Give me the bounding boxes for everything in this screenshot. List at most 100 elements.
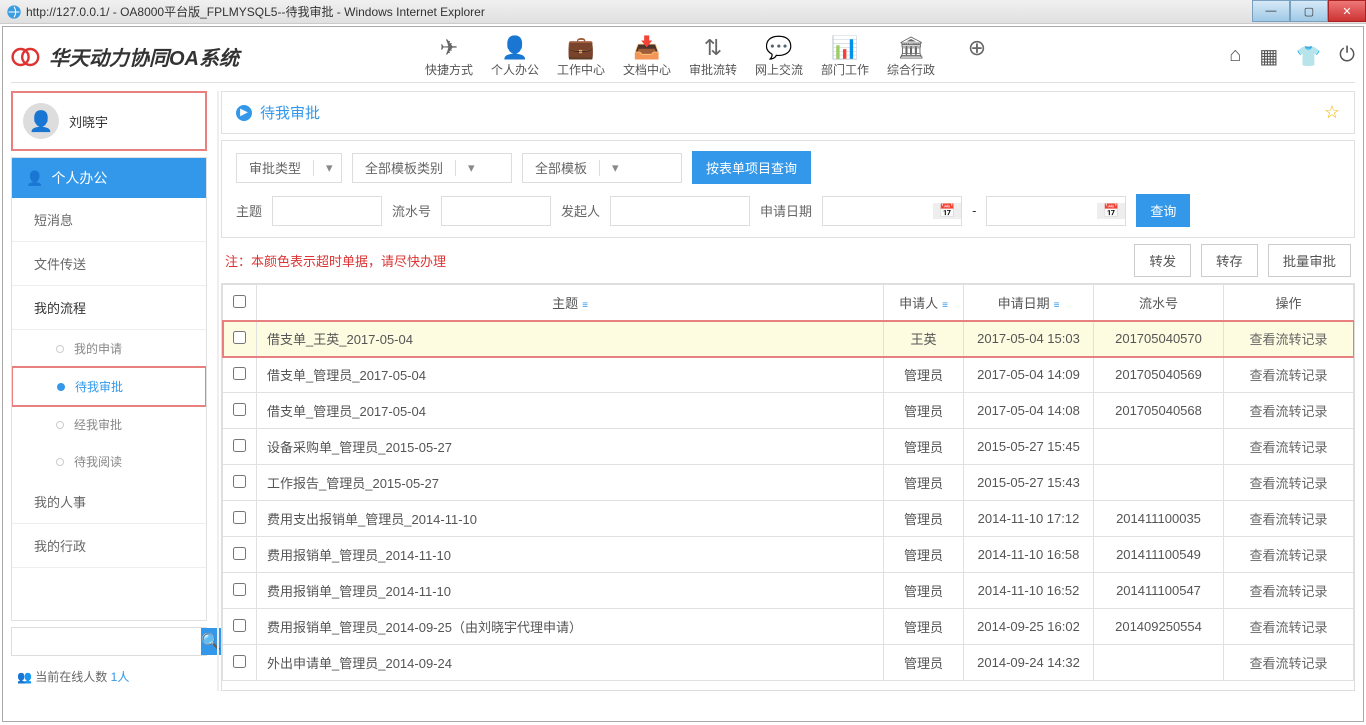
side-messages[interactable]: 短消息 [12, 198, 206, 242]
initiator-input[interactable] [610, 196, 750, 226]
row-subject: 工作报告_管理员_2015-05-27 [257, 465, 884, 501]
window-minimize-button[interactable]: — [1252, 0, 1290, 22]
row-subject: 借支单_王英_2017-05-04 [257, 321, 884, 357]
row-serial [1094, 645, 1224, 681]
side-search: 🔍 [11, 627, 207, 656]
subject-input[interactable] [272, 196, 382, 226]
shirt-icon[interactable]: 👕 [1296, 44, 1321, 69]
forward-button[interactable]: 转发 [1134, 244, 1191, 277]
row-applicant: 管理员 [884, 429, 964, 465]
table-row[interactable]: 外出申请单_管理员_2014-09-24管理员2014-09-24 14:32查… [223, 645, 1354, 681]
row-applicant: 管理员 [884, 393, 964, 429]
nav-approval[interactable]: ⇅审批流转 [683, 35, 743, 78]
table-row[interactable]: 费用报销单_管理员_2014-11-10管理员2014-11-10 16:522… [223, 573, 1354, 609]
row-serial: 201705040568 [1094, 393, 1224, 429]
save-button[interactable]: 转存 [1201, 244, 1258, 277]
side-filetransfer[interactable]: 文件传送 [12, 242, 206, 286]
calendar-icon[interactable]: 📅 [933, 203, 961, 219]
side-pending-approval[interactable]: 待我审批 [11, 366, 207, 407]
view-flow-link[interactable]: 查看流转记录 [1224, 645, 1354, 681]
chevron-down-icon: ▾ [313, 160, 341, 176]
table-row[interactable]: 借支单_管理员_2017-05-04管理员2017-05-04 14:08201… [223, 393, 1354, 429]
table-row[interactable]: 借支单_王英_2017-05-04王英2017-05-04 15:0320170… [223, 321, 1354, 357]
select-all-checkbox[interactable] [233, 295, 246, 308]
view-flow-link[interactable]: 查看流转记录 [1224, 573, 1354, 609]
template-category-select[interactable]: 全部模板类别▾ [352, 153, 512, 183]
date-from-input[interactable] [823, 203, 933, 218]
favorite-star-icon[interactable]: ☆ [1324, 102, 1340, 123]
side-my-admin[interactable]: 我的行政 [12, 524, 206, 568]
side-myflow[interactable]: 我的流程 [12, 286, 206, 330]
side-menu-header[interactable]: 👤 个人办公 [12, 158, 206, 198]
nav-chat[interactable]: 💬网上交流 [749, 35, 809, 78]
row-serial: 201411100547 [1094, 573, 1224, 609]
nav-docs[interactable]: 📥文档中心 [617, 35, 677, 78]
row-checkbox[interactable] [233, 583, 246, 596]
main-content: ▶ 待我审批 ☆ 审批类型▾ 全部模板类别▾ 全部模板▾ 按表单项目查询 主题 … [217, 91, 1355, 691]
row-checkbox[interactable] [233, 403, 246, 416]
row-checkbox[interactable] [233, 331, 246, 344]
filter-panel: 审批类型▾ 全部模板类别▾ 全部模板▾ 按表单项目查询 主题 流水号 发起人 申… [221, 140, 1355, 238]
side-search-input[interactable] [12, 628, 201, 655]
batch-approve-button[interactable]: 批量审批 [1268, 244, 1351, 277]
calendar-icon[interactable]: 📅 [1097, 203, 1125, 219]
view-flow-link[interactable]: 查看流转记录 [1224, 501, 1354, 537]
nav-add[interactable]: ⊕ [947, 35, 1007, 78]
col-subject[interactable]: 主题≡ [257, 285, 884, 321]
query-by-form-button[interactable]: 按表单项目查询 [692, 151, 811, 184]
row-checkbox[interactable] [233, 511, 246, 524]
plus-icon: ⊕ [947, 35, 1007, 61]
serial-input[interactable] [441, 196, 551, 226]
approve-type-select[interactable]: 审批类型▾ [236, 153, 342, 183]
address-text: http://127.0.0.1/ - OA8000平台版_FPLMYSQL5-… [26, 3, 485, 20]
col-applicant[interactable]: 申请人≡ [884, 285, 964, 321]
power-icon[interactable]: ⏻ [1339, 44, 1355, 69]
nav-dept[interactable]: 📊部门工作 [815, 35, 875, 78]
side-my-apply[interactable]: 我的申请 [12, 330, 206, 367]
briefcase-icon: 💼 [551, 35, 611, 61]
dept-icon: 📊 [815, 35, 875, 61]
table-row[interactable]: 借支单_管理员_2017-05-04管理员2017-05-04 14:09201… [223, 357, 1354, 393]
window-close-button[interactable]: ✕ [1328, 0, 1366, 22]
top-nav: ✈快捷方式 👤个人办公 💼工作中心 📥文档中心 ⇅审批流转 💬网上交流 📊部门工… [419, 35, 1007, 78]
view-flow-link[interactable]: 查看流转记录 [1224, 393, 1354, 429]
user-card[interactable]: 👤 刘晓宇 [11, 91, 207, 151]
view-flow-link[interactable]: 查看流转记录 [1224, 321, 1354, 357]
row-subject: 借支单_管理员_2017-05-04 [257, 393, 884, 429]
table-row[interactable]: 工作报告_管理员_2015-05-27管理员2015-05-27 15:43查看… [223, 465, 1354, 501]
row-applicant: 管理员 [884, 357, 964, 393]
home-icon[interactable]: ⌂ [1229, 44, 1241, 69]
row-checkbox[interactable] [233, 367, 246, 380]
table-row[interactable]: 设备采购单_管理员_2015-05-27管理员2015-05-27 15:45查… [223, 429, 1354, 465]
view-flow-link[interactable]: 查看流转记录 [1224, 465, 1354, 501]
row-checkbox[interactable] [233, 655, 246, 668]
nav-shortcut[interactable]: ✈快捷方式 [419, 35, 479, 78]
query-button[interactable]: 查询 [1136, 194, 1190, 227]
view-flow-link[interactable]: 查看流转记录 [1224, 609, 1354, 645]
view-flow-link[interactable]: 查看流转记录 [1224, 429, 1354, 465]
table-row[interactable]: 费用报销单_管理员_2014-09-25（由刘晓宇代理申请）管理员2014-09… [223, 609, 1354, 645]
col-date[interactable]: 申请日期≡ [964, 285, 1094, 321]
side-my-hr[interactable]: 我的人事 [12, 480, 206, 524]
row-checkbox[interactable] [233, 475, 246, 488]
nav-personal[interactable]: 👤个人办公 [485, 35, 545, 78]
row-checkbox[interactable] [233, 547, 246, 560]
template-select[interactable]: 全部模板▾ [522, 153, 682, 183]
table-row[interactable]: 费用报销单_管理员_2014-11-10管理员2014-11-10 16:582… [223, 537, 1354, 573]
nav-admin[interactable]: 🏛综合行政 [881, 35, 941, 78]
apps-icon[interactable]: ▦ [1259, 44, 1278, 69]
view-flow-link[interactable]: 查看流转记录 [1224, 537, 1354, 573]
row-serial [1094, 429, 1224, 465]
view-flow-link[interactable]: 查看流转记录 [1224, 357, 1354, 393]
nav-work[interactable]: 💼工作中心 [551, 35, 611, 78]
col-serial[interactable]: 流水号 [1094, 285, 1224, 321]
side-pending-read[interactable]: 待我阅读 [12, 443, 206, 480]
table-row[interactable]: 费用支出报销单_管理员_2014-11-10管理员2014-11-10 17:1… [223, 501, 1354, 537]
side-approved-by-me[interactable]: 经我审批 [12, 406, 206, 443]
row-checkbox[interactable] [233, 439, 246, 452]
initiator-label: 发起人 [561, 201, 600, 220]
window-maximize-button[interactable]: ▢ [1290, 0, 1328, 22]
date-to-input[interactable] [987, 203, 1097, 218]
row-checkbox[interactable] [233, 619, 246, 632]
chevron-down-icon: ▾ [455, 160, 483, 176]
